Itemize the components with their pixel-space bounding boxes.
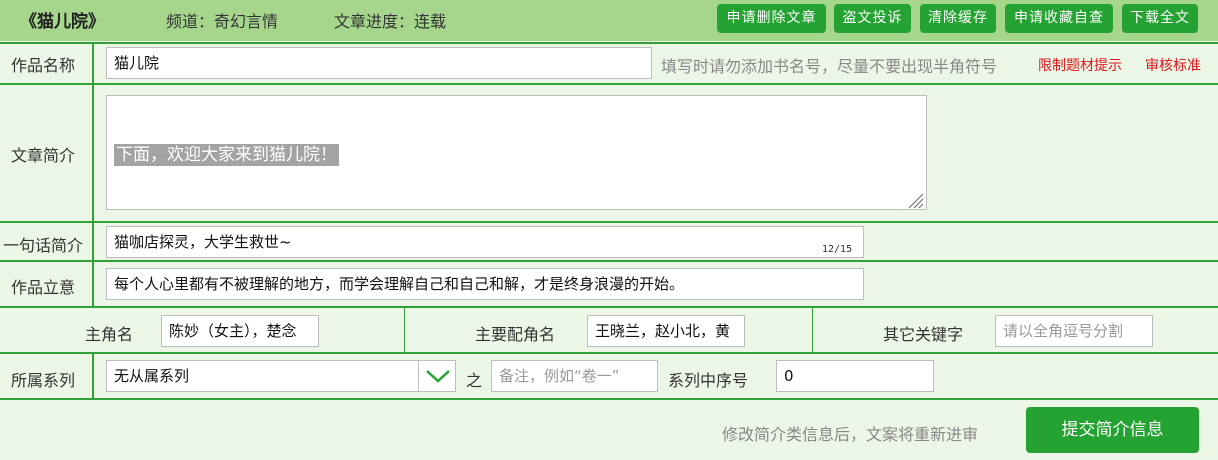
- other-keywords-label: 其它关键字: [883, 325, 964, 344]
- request-favorite-check-button[interactable]: 申请收藏自查: [1005, 4, 1113, 33]
- summary-textarea[interactable]: 下面，欢迎大家来到猫儿院！: [106, 95, 927, 210]
- row-divider: [0, 83, 1218, 85]
- review-standards-link[interactable]: 审核标准: [1145, 55, 1201, 75]
- row-divider: [0, 221, 1218, 223]
- protagonist-input[interactable]: 陈妙（女主），楚念: [161, 315, 319, 347]
- resubmit-notice: 修改简介类信息后，文案将重新进审: [722, 425, 979, 444]
- row-divider: [0, 352, 1218, 354]
- one-line-summary-label: 一句话简介: [3, 236, 84, 255]
- char-counter: 12/15: [822, 244, 853, 255]
- series-selected-value: 无从属系列: [114, 367, 190, 385]
- supporting-characters-label: 主要配角名: [475, 325, 556, 344]
- series-connector: 之: [466, 371, 483, 390]
- column-divider: [812, 306, 813, 352]
- book-title: 《猫儿院》: [20, 12, 105, 32]
- submit-summary-button[interactable]: 提交简介信息: [1026, 407, 1199, 453]
- piracy-complaint-button[interactable]: 盗文投诉: [834, 4, 911, 33]
- other-keywords-input[interactable]: 请以全角逗号分割: [995, 315, 1153, 347]
- work-name-label: 作品名称: [11, 56, 76, 75]
- request-delete-button[interactable]: 申请删除文章: [717, 4, 826, 33]
- protagonist-label: 主角名: [85, 325, 134, 344]
- one-line-summary-input[interactable]: 猫咖店探灵，大学生救世~: [106, 226, 864, 258]
- row-divider: [0, 42, 1218, 44]
- work-name-hint: 填写时请勿添加书名号，尽量不要出现半角符号: [661, 57, 998, 76]
- summary-label: 文章简介: [11, 146, 76, 165]
- column-divider: [404, 306, 405, 352]
- series-order-input[interactable]: 0: [776, 360, 934, 392]
- label-column-divider: [92, 352, 94, 398]
- progress-info: 文章进度：连载: [334, 12, 447, 31]
- row-divider: [0, 398, 1218, 400]
- resize-handle-icon[interactable]: [906, 191, 924, 209]
- row-divider: [0, 306, 1218, 308]
- channel-info: 频道：奇幻言情: [166, 12, 279, 31]
- select-divider: [418, 361, 419, 391]
- restricted-topics-link[interactable]: 限制题材提示: [1038, 55, 1122, 75]
- download-full-text-button[interactable]: 下载全文: [1122, 4, 1198, 33]
- series-order-label: 系列中序号: [668, 371, 749, 390]
- clear-cache-button[interactable]: 清除缓存: [920, 4, 996, 33]
- work-name-input[interactable]: 猫儿院: [106, 47, 652, 79]
- theme-label: 作品立意: [11, 278, 76, 297]
- chevron-down-icon[interactable]: [425, 368, 451, 384]
- series-note-input[interactable]: 备注，例如“卷一”: [491, 360, 658, 392]
- label-column-divider: [92, 42, 94, 306]
- row-divider: [0, 260, 1218, 262]
- series-select[interactable]: 无从属系列: [106, 360, 456, 392]
- series-label: 所属系列: [11, 371, 76, 390]
- summary-text: 下面，欢迎大家来到猫儿院！: [114, 144, 339, 166]
- supporting-characters-input[interactable]: 王晓兰，赵小北，黄: [587, 315, 745, 347]
- theme-input[interactable]: 每个人心里都有不被理解的地方，而学会理解自己和自己和解，才是终身浪漫的开始。: [106, 268, 864, 300]
